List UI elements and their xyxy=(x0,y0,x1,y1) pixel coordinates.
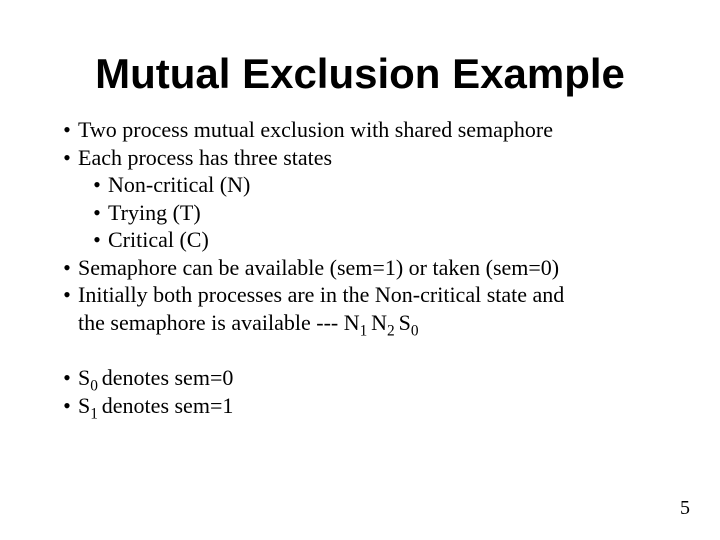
bullet-dot: • xyxy=(60,364,74,392)
subscript: 2 xyxy=(387,322,399,339)
text-run: S xyxy=(78,365,90,390)
text-run: the semaphore is available --- N xyxy=(78,310,360,335)
bullet-item: • Trying (T) xyxy=(90,199,660,227)
bullet-item: • Each process has three states xyxy=(60,144,660,172)
text-run: S xyxy=(399,310,411,335)
subscript: 1 xyxy=(90,405,102,422)
bullet-text: Each process has three states xyxy=(78,144,332,172)
bullet-text: Non-critical (N) xyxy=(108,171,250,199)
subscript: 1 xyxy=(360,322,372,339)
bullet-item: • Two process mutual exclusion with shar… xyxy=(60,116,660,144)
bullet-item: • Non-critical (N) xyxy=(90,171,660,199)
bullet-dot: • xyxy=(60,281,74,309)
bullet-item-continuation: the semaphore is available --- N1 N2 S0 xyxy=(60,309,660,337)
bullet-dot: • xyxy=(60,144,74,172)
bullet-text: S0 denotes sem=0 xyxy=(78,364,233,392)
bullet-dot-empty xyxy=(60,309,74,337)
bullet-dot: • xyxy=(90,199,104,227)
bullet-item: • Critical (C) xyxy=(90,226,660,254)
text-run: denotes sem=1 xyxy=(102,393,234,418)
bullet-dot: • xyxy=(90,226,104,254)
bullet-item: • S1 denotes sem=1 xyxy=(60,392,660,420)
text-run: N xyxy=(371,310,387,335)
subscript: 0 xyxy=(411,322,419,339)
bullet-text: the semaphore is available --- N1 N2 S0 xyxy=(78,309,419,337)
bullet-dot: • xyxy=(60,116,74,144)
slide-body: • Two process mutual exclusion with shar… xyxy=(60,116,660,419)
bullet-text: Semaphore can be available (sem=1) or ta… xyxy=(78,254,559,282)
bullet-dot: • xyxy=(90,171,104,199)
bullet-item: • Semaphore can be available (sem=1) or … xyxy=(60,254,660,282)
bullet-dot: • xyxy=(60,254,74,282)
page-number: 5 xyxy=(680,497,690,520)
bullet-text: S1 denotes sem=1 xyxy=(78,392,233,420)
bullet-item: • Initially both processes are in the No… xyxy=(60,281,660,309)
bullet-item: • S0 denotes sem=0 xyxy=(60,364,660,392)
bullet-text: Two process mutual exclusion with shared… xyxy=(78,116,553,144)
bullet-dot: • xyxy=(60,392,74,420)
bullet-text: Critical (C) xyxy=(108,226,209,254)
bullet-text: Trying (T) xyxy=(108,199,201,227)
text-run: denotes sem=0 xyxy=(102,365,234,390)
slide-title: Mutual Exclusion Example xyxy=(60,50,660,98)
bullet-text: Initially both processes are in the Non-… xyxy=(78,281,564,309)
text-run: S xyxy=(78,393,90,418)
